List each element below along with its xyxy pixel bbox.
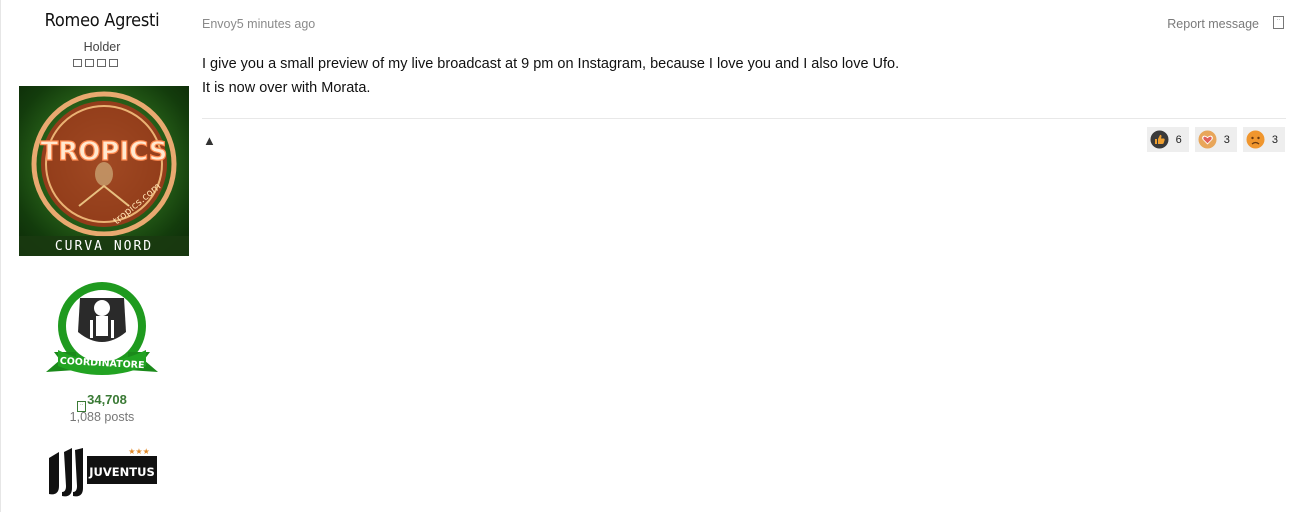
- report-message-link[interactable]: Report message: [1167, 17, 1259, 31]
- reputation-value: 34,708: [87, 392, 127, 407]
- reaction-count: 6: [1175, 133, 1182, 146]
- reaction-heart[interactable]: 3: [1194, 127, 1237, 152]
- avatar[interactable]: TROPICS tropics.com CURVA NORD: [19, 86, 189, 256]
- message-line: It is now over with Morata.: [202, 80, 371, 96]
- share-icon[interactable]: ::: [1273, 16, 1284, 29]
- message-line: I give you a small preview of my live br…: [202, 56, 900, 72]
- divider: [202, 118, 1286, 119]
- reputation: :: 34,708: [1, 392, 203, 412]
- rank-pips: [73, 59, 118, 67]
- author-name[interactable]: Romeo Agresti: [11, 10, 193, 31]
- avatar-text-bottom: CURVA NORD: [55, 239, 153, 254]
- rank-pip: [85, 59, 94, 67]
- team-logo-text: JUVENTUS: [88, 465, 154, 479]
- rank-pip: [109, 59, 118, 67]
- author-panel: Romeo Agresti Holder TROPICS tropics.com…: [1, 0, 203, 512]
- sad-face-icon: [1246, 130, 1265, 149]
- message-body: I give you a small preview of my live br…: [202, 52, 1282, 100]
- post-count: 1,088 posts: [69, 410, 135, 424]
- avatar-image: TROPICS tropics.com CURVA NORD: [19, 91, 189, 256]
- reactions-bar: 6 3 3: [1146, 127, 1285, 152]
- reaction-count: 3: [1271, 133, 1278, 146]
- message-meta: Envoy5 minutes ago: [202, 17, 316, 31]
- reaction-count: 3: [1223, 133, 1230, 146]
- coordinator-badge: COORDINATORE: [46, 282, 158, 375]
- author-rank: Holder: [83, 40, 121, 54]
- team-stars: ★★★: [128, 447, 150, 456]
- rank-pip: [97, 59, 106, 67]
- reaction-sad[interactable]: 3: [1242, 127, 1285, 152]
- avatar-text-top: TROPICS: [41, 137, 168, 167]
- forum-post: Romeo Agresti Holder TROPICS tropics.com…: [0, 0, 1297, 512]
- scroll-up-arrow-icon[interactable]: ▲: [203, 133, 216, 148]
- heart-icon: [1198, 130, 1217, 149]
- thumbs-up-icon: [1150, 130, 1169, 149]
- juventus-logo: JUVENTUS ★★★: [49, 447, 157, 497]
- reaction-thumbs-up[interactable]: 6: [1146, 127, 1189, 152]
- rank-pip: [73, 59, 82, 67]
